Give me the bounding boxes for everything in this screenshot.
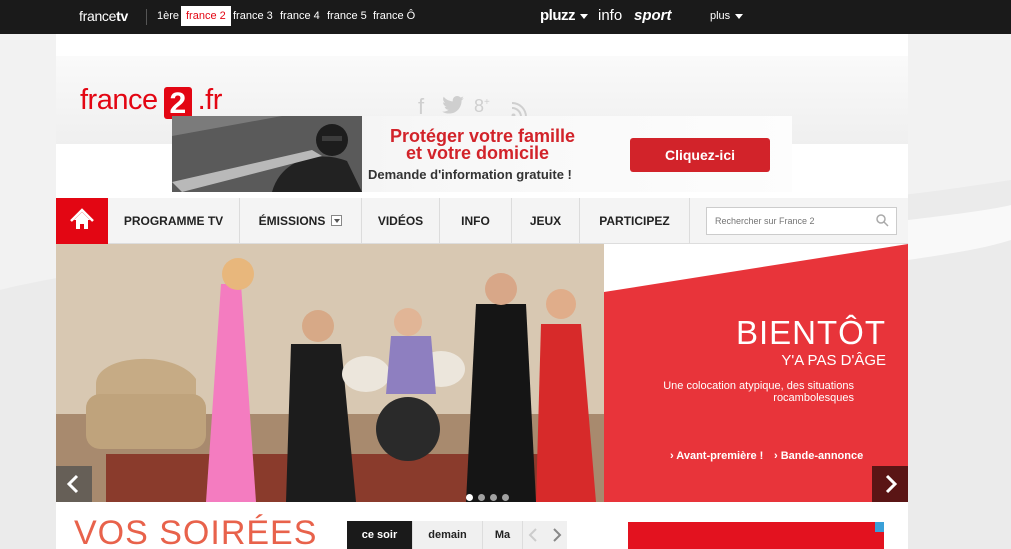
carousel-dots	[466, 488, 514, 502]
hero-link-bande-annonce[interactable]: › Bande-annonce	[774, 450, 863, 462]
nav-participez[interactable]: PARTICIPEZ	[580, 198, 690, 244]
advertisement-banner[interactable]: Protéger votre famille et votre domicile…	[172, 116, 792, 192]
carousel-dot[interactable]	[502, 494, 509, 501]
pluzz-menu[interactable]: pluzz	[540, 7, 588, 24]
nav-programme-tv[interactable]: PROGRAMME TV	[108, 198, 240, 244]
nav-videos-label: VIDÉOS	[377, 214, 424, 228]
banner-subline: Demande d'information gratuite !	[368, 167, 572, 182]
main-navigation: PROGRAMME TV ÉMISSIONS VIDÉOS INFO JEUX …	[56, 198, 908, 244]
ad-info-icon[interactable]	[875, 522, 884, 532]
channel-link-france2[interactable]: france 2	[181, 6, 231, 26]
pluzz-label: pluzz	[540, 7, 576, 24]
francetv-logo[interactable]: francetv	[79, 8, 128, 24]
chevron-right-icon	[885, 474, 898, 494]
plus-label: plus	[710, 10, 731, 22]
carousel-prev-button[interactable]	[56, 466, 92, 502]
plus-menu[interactable]: plus	[710, 10, 744, 22]
main-column: france 2 .fr f 8+ Protéger votre famille e…	[56, 34, 908, 549]
vos-soirees-heading: VOS SOIRÉES	[74, 514, 318, 549]
channel-link-france3[interactable]: france 3	[233, 10, 273, 22]
carousel-next-button[interactable]	[872, 466, 908, 502]
google-plus-icon[interactable]: 8+	[474, 96, 490, 117]
nav-emissions[interactable]: ÉMISSIONS	[240, 198, 362, 244]
chevron-right-icon	[553, 528, 562, 542]
hero-title: BIENTÔT	[735, 314, 886, 351]
channel-link-france4[interactable]: france 4	[280, 10, 320, 22]
chevron-left-icon	[66, 474, 79, 494]
sport-link[interactable]: sport	[634, 7, 672, 24]
francetv-logo-light: france	[79, 8, 117, 24]
nav-participez-label: PARTICIPEZ	[599, 214, 670, 228]
home-button[interactable]	[56, 198, 108, 244]
nav-info[interactable]: INFO	[440, 198, 512, 244]
tab-ce-soir[interactable]: ce soir	[347, 521, 413, 549]
info-link[interactable]: info	[598, 7, 622, 24]
logo-suffix: .fr	[197, 84, 223, 116]
tab-ma[interactable]: Ma	[483, 521, 523, 549]
nav-programme-tv-label: PROGRAMME TV	[123, 214, 224, 228]
top-bar-divider	[146, 9, 147, 25]
hero-link-avant-premiere[interactable]: › Avant-première !	[670, 450, 763, 462]
banner-cta-button[interactable]: Cliquez-ici	[630, 138, 770, 172]
burglar-photo	[172, 116, 362, 192]
nav-jeux-label: JEUX	[529, 214, 562, 228]
hero-red-panel	[604, 244, 908, 502]
network-top-bar: francetv 1ère france 2 france 3 france 4…	[0, 0, 1011, 34]
francetv-logo-bold: tv	[116, 8, 128, 24]
channel-link-1ere[interactable]: 1ère	[157, 10, 179, 22]
search-input[interactable]	[707, 208, 867, 234]
sidebar-advertisement[interactable]	[628, 522, 884, 549]
tabs-prev-button[interactable]	[523, 521, 545, 549]
banner-headline-2: et votre domicile	[406, 143, 550, 163]
channel-link-franceo[interactable]: france Ô	[373, 10, 415, 22]
carousel-dot[interactable]	[478, 494, 485, 501]
carousel-dot[interactable]	[490, 494, 497, 501]
tabs-next-button[interactable]	[545, 521, 567, 549]
nav-videos[interactable]: VIDÉOS	[362, 198, 440, 244]
nav-emissions-label: ÉMISSIONS	[258, 214, 326, 228]
home-icon	[70, 208, 94, 229]
site-logo[interactable]: france 2 .fr	[80, 84, 223, 120]
nav-jeux[interactable]: JEUX	[512, 198, 580, 244]
logo-number: 2	[163, 87, 192, 120]
search-box	[706, 207, 897, 235]
hero-description: Une colocation atypique, des situations …	[663, 380, 854, 404]
chevron-down-icon	[735, 13, 744, 19]
carousel-dot[interactable]	[466, 494, 473, 501]
search-icon[interactable]	[876, 214, 889, 232]
dropdown-icon	[331, 215, 343, 226]
hero-carousel: BIENTÔT Y'A PAS D'ÂGE Une colocation aty…	[56, 244, 908, 502]
hero-subtitle: Y'A PAS D'ÂGE	[781, 352, 886, 369]
chevron-left-icon	[528, 528, 537, 542]
chevron-down-icon	[580, 13, 588, 19]
channel-link-france5[interactable]: france 5	[327, 10, 367, 22]
nav-info-label: INFO	[461, 214, 490, 228]
tab-demain[interactable]: demain	[413, 521, 483, 549]
logo-prefix: france	[80, 84, 158, 116]
